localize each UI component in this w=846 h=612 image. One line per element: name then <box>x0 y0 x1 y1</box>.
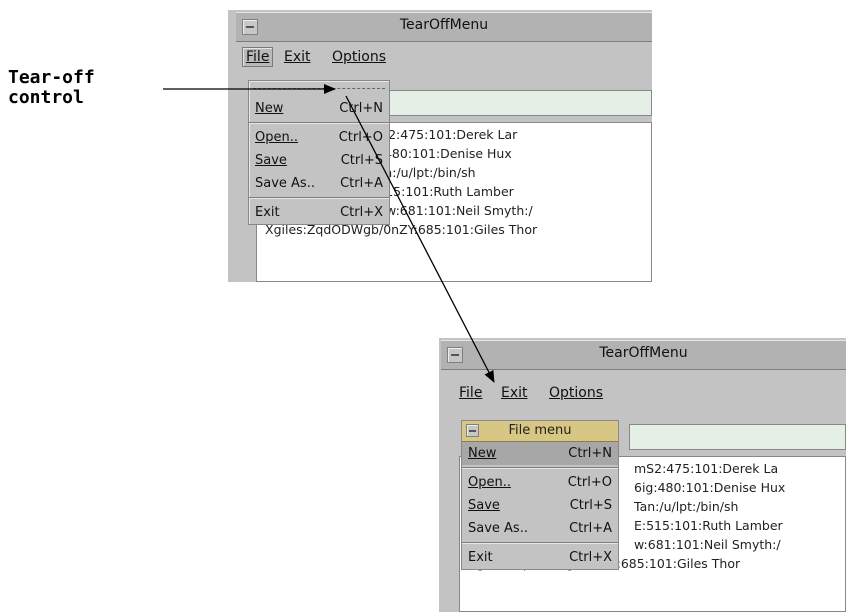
tear-arrow <box>345 95 495 383</box>
annotation-arrows <box>163 84 495 383</box>
